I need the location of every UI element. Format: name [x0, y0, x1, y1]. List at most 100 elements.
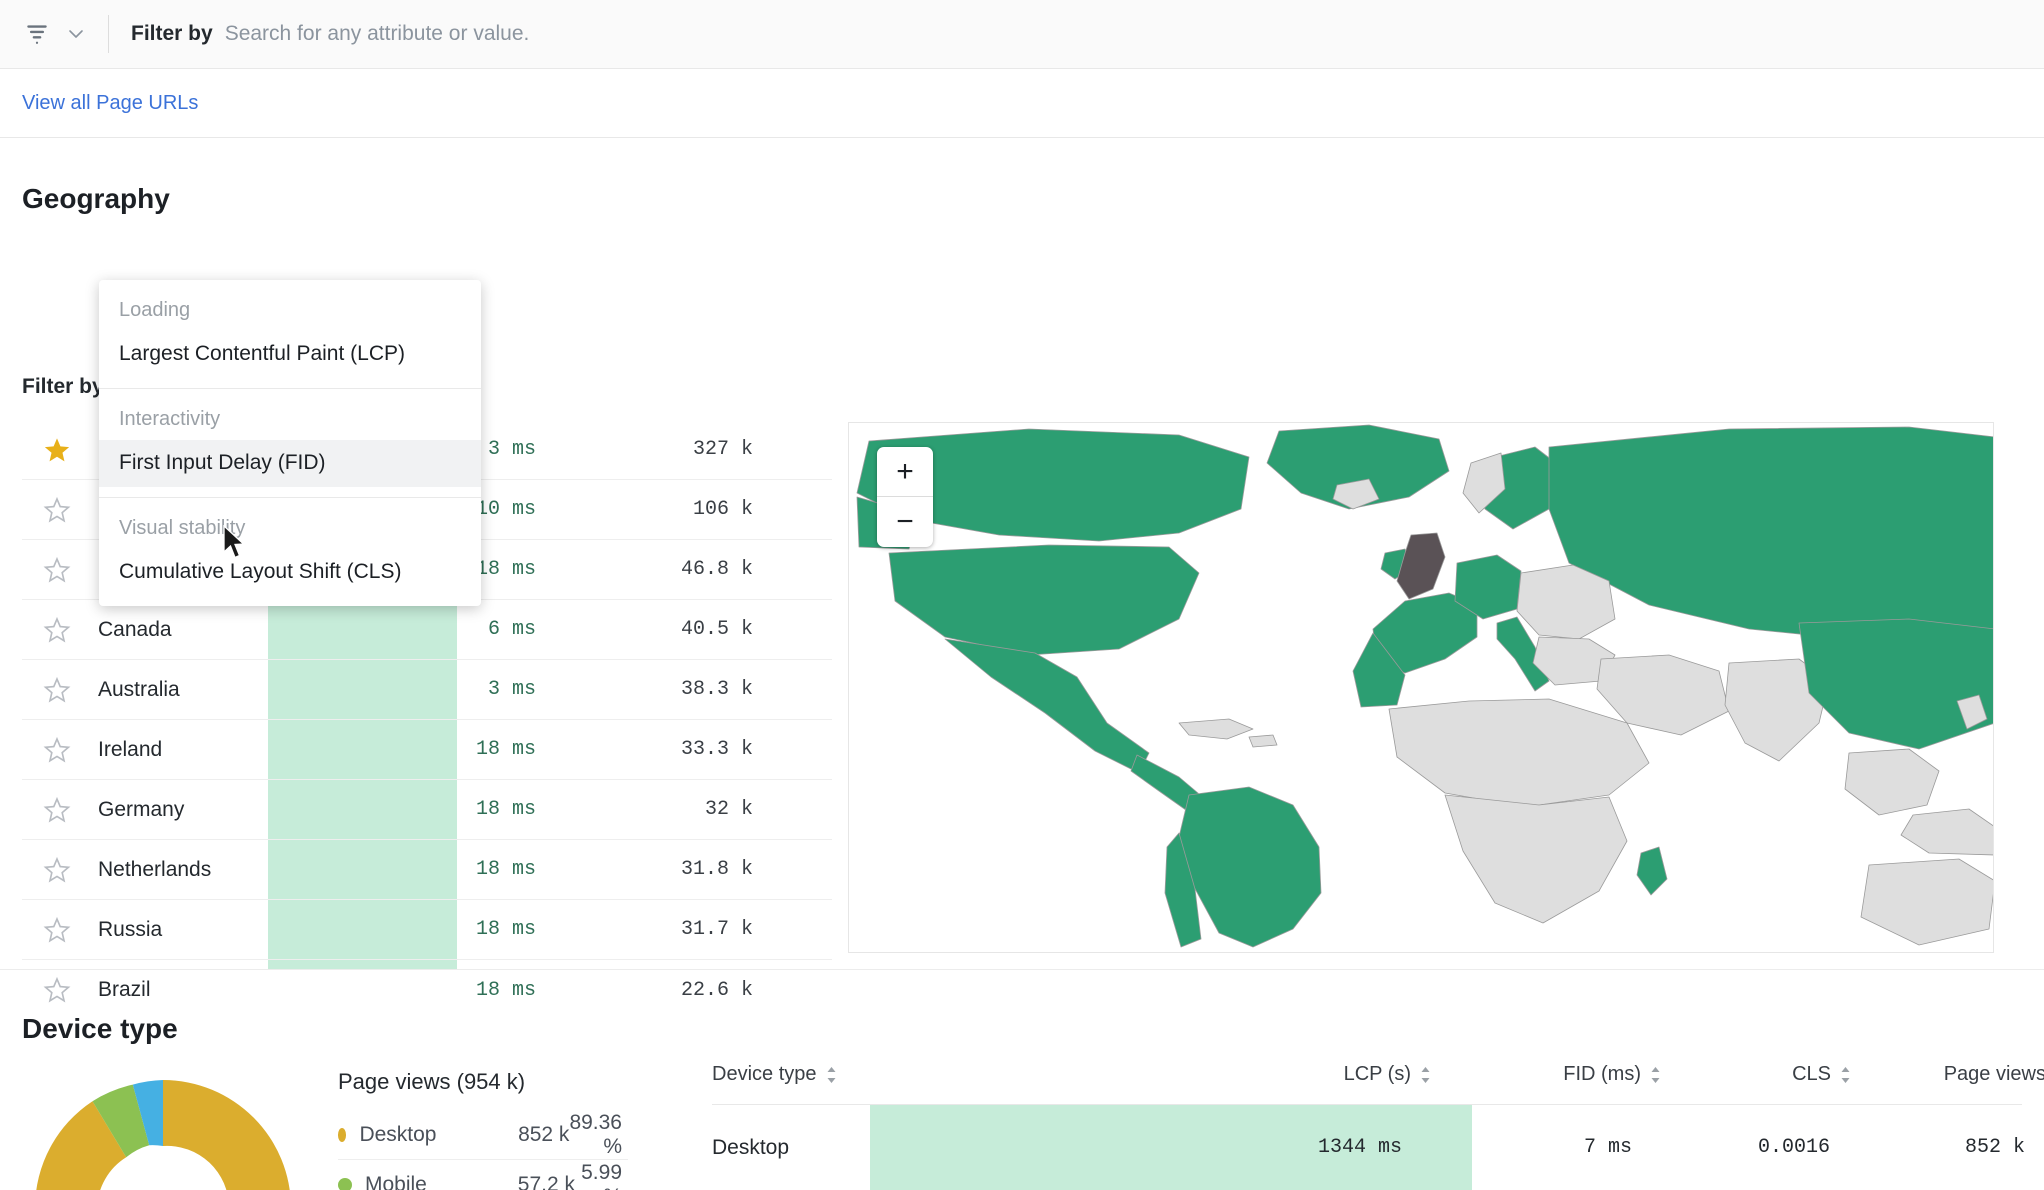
device-type-table: Device type LCP (s) FID (ms) — [712, 1045, 2022, 1190]
favorite-star-button[interactable] — [22, 436, 92, 464]
table-row[interactable]: Brazil 18 ms 22.6 k — [22, 960, 832, 1020]
page-urls-band: View all Page URLs — [0, 70, 2044, 138]
star-outline-icon — [43, 736, 71, 764]
dropdown-group-header: Interactivity — [99, 399, 481, 440]
favorite-star-button[interactable] — [22, 676, 92, 704]
donut-slice-desktop — [163, 1080, 291, 1190]
favorite-star-button[interactable] — [22, 616, 92, 644]
country-name: Russia — [92, 918, 362, 942]
metric-value: 18 ms — [362, 738, 552, 761]
table-row[interactable]: Canada 6 ms 40.5 k — [22, 600, 832, 660]
legend-dot-mobile — [338, 1178, 352, 1190]
metric-value: 18 ms — [362, 798, 552, 821]
mouse-cursor-icon — [222, 525, 248, 561]
star-outline-icon — [43, 856, 71, 884]
favorite-star-button[interactable] — [22, 796, 92, 824]
favorite-star-button[interactable] — [22, 856, 92, 884]
table-row[interactable]: Desktop 1344 ms 7 ms 0.0016 852 k — [712, 1105, 2022, 1190]
table-row[interactable]: Netherlands 18 ms 31.8 k — [22, 840, 832, 900]
dropdown-group: Visual stabilityCumulative Layout Shift … — [99, 497, 481, 606]
column-header-device-type[interactable]: Device type — [712, 1063, 1132, 1086]
page-views-value: 327 k — [552, 438, 767, 461]
page-views-value: 852 k — [1852, 1136, 2044, 1159]
filter-bar: Filter by — [0, 0, 2044, 69]
page-views-value: 32 k — [552, 798, 767, 821]
lcp-value: 1344 ms — [1132, 1136, 1432, 1159]
country-name: Netherlands — [92, 858, 362, 882]
cls-value: 0.0016 — [1662, 1136, 1852, 1159]
star-outline-icon — [43, 556, 71, 584]
metric-value: 18 ms — [362, 858, 552, 881]
world-map[interactable]: + − — [848, 422, 1994, 953]
legend-pct-mobile: 5.99 % — [575, 1161, 628, 1190]
favorite-star-button[interactable] — [22, 496, 92, 524]
map-zoom-out-button[interactable]: − — [877, 497, 933, 547]
sort-icon — [825, 1066, 838, 1084]
legend-pct-desktop: 89.36 % — [569, 1111, 628, 1159]
metric-value: 18 ms — [362, 918, 552, 941]
page-views-value: 31.7 k — [552, 918, 767, 941]
dropdown-menu-item[interactable]: First Input Delay (FID) — [99, 440, 481, 487]
dropdown-menu-item[interactable]: Largest Contentful Paint (LCP) — [99, 331, 481, 378]
filter-by-label: Filter by — [131, 22, 213, 46]
page-views-value: 31.8 k — [552, 858, 767, 881]
legend-label-mobile: Mobile — [365, 1173, 490, 1190]
favorite-star-button[interactable] — [22, 916, 92, 944]
column-header-label: Page views — [1944, 1063, 2044, 1086]
analytics-page: Filter by View all Page URLs Geography F… — [0, 0, 2044, 1190]
divider — [108, 15, 109, 53]
favorite-star-button[interactable] — [22, 976, 92, 1004]
table-row[interactable]: Australia 3 ms 38.3 k — [22, 660, 832, 720]
metric-value: 18 ms — [362, 979, 552, 1002]
country-name: Australia — [92, 678, 362, 702]
dropdown-group: LoadingLargest Contentful Paint (LCP) — [99, 280, 481, 388]
map-zoom-controls[interactable]: + − — [877, 447, 933, 547]
geography-title: Geography — [22, 183, 170, 215]
star-outline-icon — [43, 616, 71, 644]
page-views-value: 106 k — [552, 498, 767, 521]
favorite-star-button[interactable] — [22, 556, 92, 584]
map-zoom-in-button[interactable]: + — [877, 447, 933, 497]
country-name: Germany — [92, 798, 362, 822]
column-header-page-views[interactable]: Page views — [1852, 1063, 2044, 1086]
filter-funnel-button[interactable] — [24, 21, 86, 47]
page-views-value: 33.3 k — [552, 738, 767, 761]
column-header-label: LCP (s) — [1344, 1063, 1411, 1086]
star-filled-icon — [43, 436, 71, 464]
page-views-value: 40.5 k — [552, 618, 767, 641]
search-input[interactable] — [225, 22, 925, 46]
star-outline-icon — [43, 976, 71, 1004]
device-type-legend: Desktop 852 k 89.36 % Mobile 57.2 k 5.99… — [338, 1110, 628, 1190]
page-views-value: 46.8 k — [552, 558, 767, 581]
list-item: Mobile 57.2 k 5.99 % — [338, 1160, 628, 1190]
metric-value: 6 ms — [362, 618, 552, 641]
metric-value: 3 ms — [362, 678, 552, 701]
column-header-cls[interactable]: CLS — [1662, 1063, 1852, 1086]
dropdown-menu-item[interactable]: Cumulative Layout Shift (CLS) — [99, 549, 481, 596]
legend-dot-desktop — [338, 1128, 346, 1142]
column-header-lcp[interactable]: LCP (s) — [1132, 1063, 1432, 1086]
country-name: Canada — [92, 618, 362, 642]
star-outline-icon — [43, 796, 71, 824]
view-all-page-urls-link[interactable]: View all Page URLs — [22, 92, 198, 115]
table-row[interactable]: Ireland 18 ms 33.3 k — [22, 720, 832, 780]
column-header-label: Device type — [712, 1063, 817, 1086]
legend-count-desktop: 852 k — [484, 1123, 569, 1147]
dropdown-group-header: Visual stability — [99, 508, 481, 549]
table-row[interactable]: Germany 18 ms 32 k — [22, 780, 832, 840]
dropdown-group-header: Loading — [99, 290, 481, 331]
legend-label-desktop: Desktop — [359, 1123, 484, 1147]
page-views-value: 38.3 k — [552, 678, 767, 701]
page-views-title: Page views (954 k) — [338, 1069, 525, 1095]
device-type-donut-chart — [20, 1065, 306, 1190]
legend-count-mobile: 57.2 k — [490, 1173, 575, 1190]
column-header-label: CLS — [1792, 1063, 1831, 1086]
chevron-down-icon — [66, 24, 86, 44]
column-header-label: FID (ms) — [1563, 1063, 1641, 1086]
favorite-star-button[interactable] — [22, 736, 92, 764]
table-row[interactable]: Russia 18 ms 31.7 k — [22, 900, 832, 960]
sort-icon — [1649, 1066, 1662, 1084]
column-header-fid[interactable]: FID (ms) — [1432, 1063, 1662, 1086]
metric-dropdown-menu[interactable]: LoadingLargest Contentful Paint (LCP) Int… — [99, 280, 481, 606]
star-outline-icon — [43, 676, 71, 704]
